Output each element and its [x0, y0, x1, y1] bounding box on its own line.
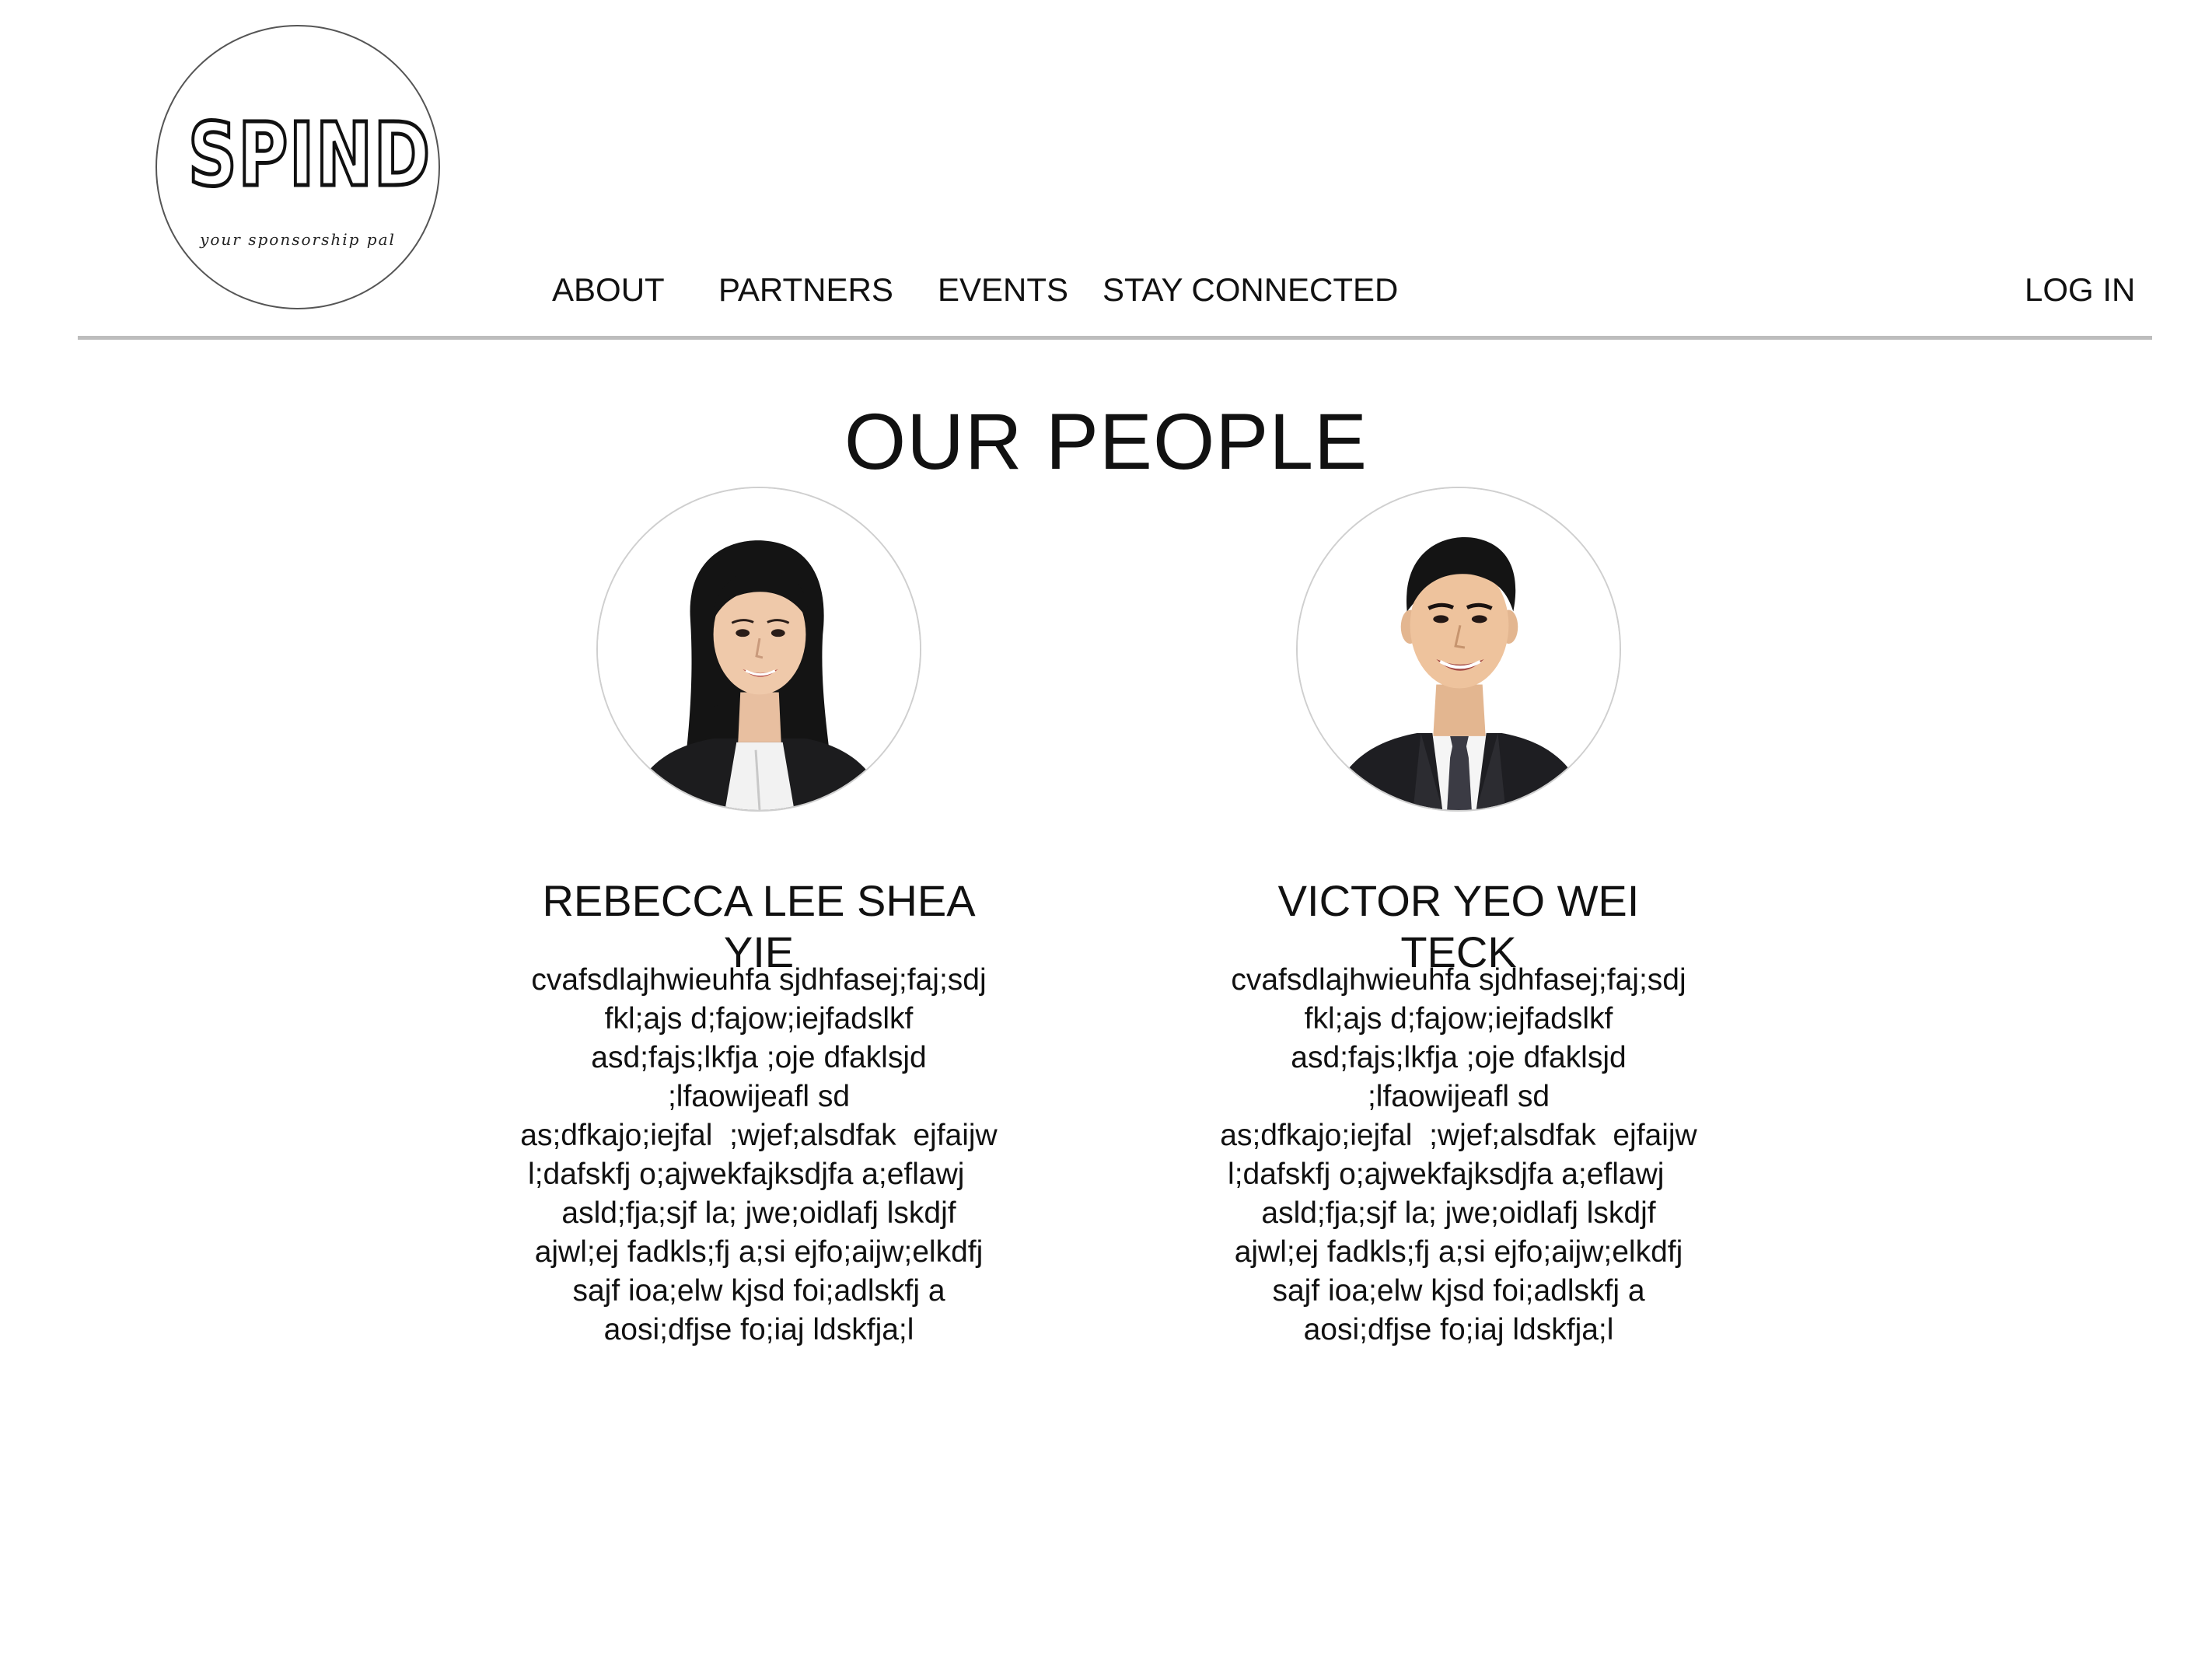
bio-line: ajwl;ej fadkls;fj a;si ejfo;aijw;elkdfj [534, 1235, 984, 1269]
header-divider [78, 336, 2152, 340]
bio-line: ;lfaowijeafl sd [667, 1080, 851, 1113]
person-bio: cvafsdlajhwieuhfa sjdhfasej;faj;sdj fkl;… [1186, 961, 1731, 1350]
bio-line: ajwl;ej fadkls;fj a;si ejfo;aijw;elkdfj [1234, 1235, 1683, 1269]
avatar-rebecca [596, 487, 921, 812]
person-bio: cvafsdlajhwieuhfa sjdhfasej;faj;sdj fkl;… [487, 961, 1031, 1350]
bio-line: ;lfaowijeafl sd [1367, 1080, 1550, 1113]
portrait-man-image [1298, 488, 1620, 810]
page-title: OUR PEOPLE [844, 397, 1368, 486]
bio-line: asd;fajs;lkfja ;oje dfaklsjd [1291, 1041, 1627, 1074]
bio-line: fkl;ajs d;fajow;iejfadslkf [604, 1002, 914, 1036]
logo-wordmark: SPIND [187, 105, 432, 206]
bio-line: as;dfkajo;iejfal ;wjef;alsdfak ejfaijw [520, 1119, 998, 1152]
portrait-woman-image [598, 488, 920, 810]
bio-line: as;dfkajo;iejfal ;wjef;alsdfak ejfaijw [1220, 1119, 1697, 1152]
bio-line: aosi;dfjse fo;iaj ldskfja;l [1303, 1313, 1614, 1346]
bio-line: asd;fajs;lkfja ;oje dfaklsjd [591, 1041, 927, 1074]
bio-line: l;dafskfj o;ajwekfajksdjfa a;eflawj [528, 1158, 990, 1191]
bio-line: l;dafskfj o;ajwekfajksdjfa a;eflawj [1228, 1158, 1690, 1191]
bio-line: asld;fja;sjf la; jwe;oidlafj lskdjf [1261, 1196, 1656, 1230]
bio-line: aosi;dfjse fo;iaj ldskfja;l [603, 1313, 914, 1346]
bio-line: fkl;ajs d;fajow;iejfadslkf [1304, 1002, 1613, 1036]
logo-tagline: your sponsorship pal [200, 230, 396, 249]
nav-stay-connected[interactable]: STAY CONNECTED [1103, 271, 1398, 309]
bio-line: asld;fja;sjf la; jwe;oidlafj lskdjf [561, 1196, 956, 1230]
nav-log-in[interactable]: LOG IN [2025, 271, 2135, 309]
bio-line: cvafsdlajhwieuhfa sjdhfasej;faj;sdj [531, 963, 987, 997]
bio-line: cvafsdlajhwieuhfa sjdhfasej;faj;sdj [1231, 963, 1686, 997]
nav-about[interactable]: ABOUT [552, 271, 665, 309]
bio-line: sajf ioa;elw kjsd foi;adlskfj a [1272, 1274, 1645, 1308]
nav-events[interactable]: EVENTS [938, 271, 1068, 309]
nav-partners[interactable]: PARTNERS [718, 271, 893, 309]
bio-line: sajf ioa;elw kjsd foi;adlskfj a [572, 1274, 945, 1308]
avatar-victor [1296, 487, 1621, 812]
spind-logo[interactable]: SPIND your sponsorship pal [156, 25, 440, 309]
